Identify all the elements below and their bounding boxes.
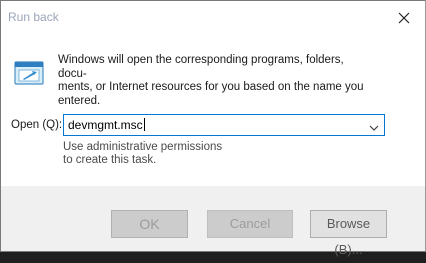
cancel-button[interactable]: Cancel bbox=[207, 210, 293, 238]
admin-permission-note: Use administrative permissions to create… bbox=[63, 141, 283, 167]
open-label: Open (Q): bbox=[11, 119, 63, 131]
description-line: Windows will open the corresponding prog… bbox=[58, 54, 344, 80]
chevron-down-icon[interactable] bbox=[368, 120, 380, 131]
dialog-description: Windows will open the corresponding prog… bbox=[58, 54, 368, 108]
text-caret bbox=[143, 118, 145, 131]
close-icon[interactable] bbox=[393, 7, 415, 29]
open-combobox[interactable]: devmgmt.msc bbox=[63, 114, 385, 136]
run-dialog-icon bbox=[14, 61, 44, 85]
description-line: entered. bbox=[58, 94, 101, 107]
ok-button[interactable]: OK bbox=[111, 210, 188, 238]
run-dialog-window: Run back Windows will open the correspon… bbox=[0, 0, 426, 257]
open-input[interactable]: devmgmt.msc bbox=[68, 118, 145, 132]
description-line: ments, or Internet resources for you bas… bbox=[58, 81, 364, 93]
admin-note-line: to create this task. bbox=[63, 154, 157, 166]
open-input-value: devmgmt.msc bbox=[68, 118, 143, 132]
browse-button[interactable]: Browse (B)... bbox=[310, 210, 387, 257]
title-bar[interactable]: Run back bbox=[1, 1, 425, 33]
window-title: Run back bbox=[8, 10, 59, 24]
admin-note-line: Use administrative permissions bbox=[63, 141, 223, 153]
button-bar: OK Cancel Browse (B)... bbox=[1, 186, 425, 257]
